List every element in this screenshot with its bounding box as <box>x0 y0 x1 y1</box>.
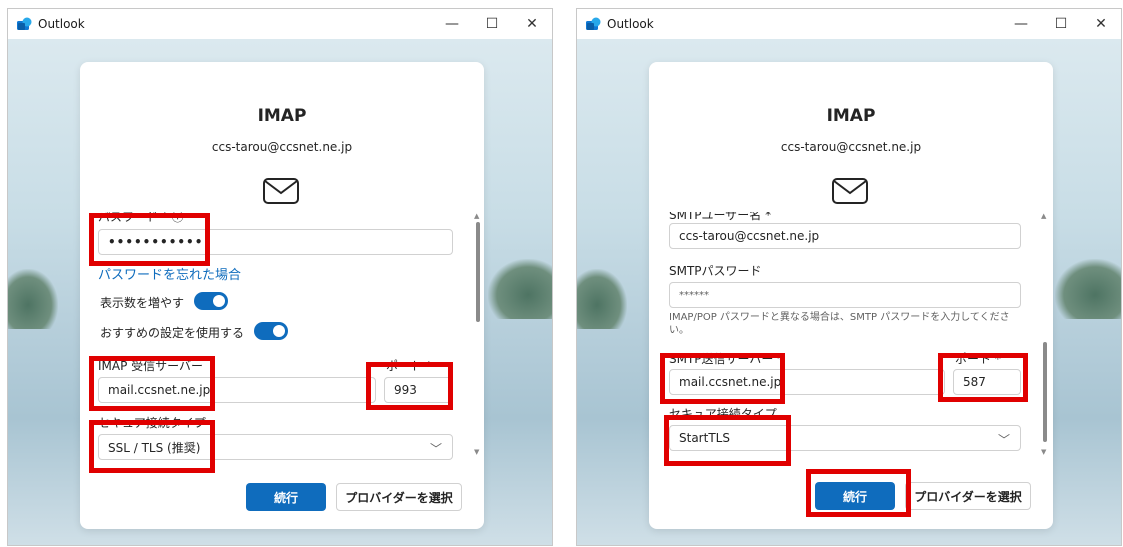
continue-button[interactable]: 続行 <box>815 482 895 510</box>
maximize-icon[interactable]: ☐ <box>472 9 512 39</box>
port-field[interactable]: 587 <box>953 369 1021 395</box>
close-icon[interactable]: ✕ <box>512 9 552 39</box>
title-bar: Outlook — ☐ ✕ <box>8 9 552 39</box>
minimize-icon[interactable]: — <box>432 9 472 39</box>
imap-server-field[interactable]: mail.ccsnet.ne.jp <box>98 377 376 403</box>
smtp-username-label: SMTPユーザー名 * <box>669 212 772 222</box>
scenery-trees <box>1055 259 1121 319</box>
recommended-settings-toggle[interactable] <box>254 322 288 340</box>
scroll-up-icon[interactable]: ▲ <box>1041 212 1046 220</box>
port-label: ポート * <box>955 352 1001 366</box>
outlook-window-left: Outlook — ☐ ✕ IMAP ccs-tarou@ccsnet.ne.j… <box>7 8 553 546</box>
outlook-window-right: Outlook — ☐ ✕ IMAP ccs-tarou@ccsnet.ne.j… <box>576 8 1122 546</box>
close-icon[interactable]: ✕ <box>1081 9 1121 39</box>
account-setup-card: IMAP ccs-tarou@ccsnet.ne.jp パスワード * ⓘ ••… <box>80 62 484 529</box>
smtp-server-label: SMTP送信サーバー * <box>669 352 784 366</box>
maximize-icon[interactable]: ☐ <box>1041 9 1081 39</box>
scrollbar-thumb[interactable] <box>476 222 480 322</box>
title-bar: Outlook — ☐ ✕ <box>577 9 1121 39</box>
forgot-password-link[interactable]: パスワードを忘れた場合 <box>98 264 241 283</box>
password-label: パスワード * ⓘ <box>98 212 184 224</box>
account-setup-card: IMAP ccs-tarou@ccsnet.ne.jp SMTPユーザー名 * … <box>649 62 1053 529</box>
imap-server-label: IMAP 受信サーバー <box>98 359 204 373</box>
show-more-toggle[interactable] <box>194 292 228 310</box>
outlook-icon <box>586 17 601 30</box>
scrollbar[interactable]: ▲ ▼ <box>1041 212 1047 457</box>
security-type-value: StartTLS <box>679 431 730 445</box>
port-field[interactable]: 993 <box>384 377 452 403</box>
security-type-select[interactable]: StartTLS ﹀ <box>669 425 1021 451</box>
scenery-trees <box>8 269 58 329</box>
chevron-down-icon: ﹀ <box>429 442 442 456</box>
security-type-value: SSL / TLS (推奨) <box>108 440 201 455</box>
window-title: Outlook <box>38 17 85 31</box>
settings-scroll-area[interactable]: パスワード * ⓘ •••••••••••• パスワードを忘れた場合 表示数を増… <box>80 212 484 462</box>
password-field[interactable]: •••••••••••• <box>98 229 453 255</box>
card-title: IMAP <box>826 106 876 126</box>
security-type-label: セキュア接続タイプ <box>98 416 206 430</box>
outlook-icon <box>17 17 32 30</box>
scroll-up-icon[interactable]: ▲ <box>474 212 479 220</box>
choose-provider-button[interactable]: プロバイダーを選択 <box>905 482 1031 510</box>
envelope-icon <box>263 178 299 204</box>
scroll-down-icon[interactable]: ▼ <box>474 448 479 456</box>
minimize-icon[interactable]: — <box>1001 9 1041 39</box>
security-type-label: セキュア接続タイプ <box>669 407 777 421</box>
envelope-icon <box>832 178 868 204</box>
recommended-settings-label: おすすめの設定を使用する <box>100 326 245 340</box>
smtp-username-field[interactable]: ccs-tarou@ccsnet.ne.jp <box>669 223 1021 249</box>
card-title: IMAP <box>257 106 307 126</box>
smtp-server-field[interactable]: mail.ccsnet.ne.jp <box>669 369 945 395</box>
choose-provider-button[interactable]: プロバイダーを選択 <box>336 483 462 511</box>
port-label: ポート * <box>386 359 432 373</box>
continue-button[interactable]: 続行 <box>246 483 326 511</box>
settings-scroll-area[interactable]: SMTPユーザー名 * ccs-tarou@ccsnet.ne.jp SMTPパ… <box>649 212 1053 462</box>
smtp-password-label: SMTPパスワード <box>669 264 762 278</box>
account-email: ccs-tarou@ccsnet.ne.jp <box>211 140 353 154</box>
scrollbar[interactable]: ▲ ▼ <box>474 212 480 457</box>
account-email: ccs-tarou@ccsnet.ne.jp <box>780 140 922 154</box>
scrollbar-thumb[interactable] <box>1043 342 1047 442</box>
scenery-trees <box>577 269 627 329</box>
chevron-down-icon: ﹀ <box>997 433 1010 447</box>
smtp-password-hint: IMAP/POP パスワードと異なる場合は、SMTP パスワードを入力してくださ… <box>669 312 1010 336</box>
scroll-down-icon[interactable]: ▼ <box>1041 448 1046 456</box>
scenery-trees <box>488 259 552 319</box>
smtp-password-field[interactable]: ****** <box>669 282 1021 308</box>
show-more-label: 表示数を増やす <box>100 296 185 310</box>
security-type-select[interactable]: SSL / TLS (推奨) ﹀ <box>98 434 453 460</box>
window-title: Outlook <box>607 17 654 31</box>
